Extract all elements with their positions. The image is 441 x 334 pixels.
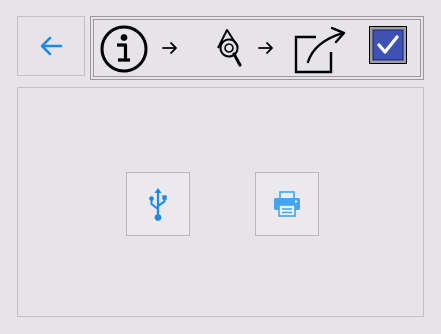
back-button[interactable] [17,16,85,76]
arrow-left-icon [39,36,63,56]
main-panel [17,87,424,317]
checkbox-checked-icon[interactable] [369,26,407,68]
usb-icon [148,186,168,222]
arrow-right-icon [257,40,275,60]
export-share-icon[interactable] [291,25,351,81]
wizard-steps-bar [90,16,424,80]
shapes-search-icon[interactable] [213,27,249,71]
arrow-right-icon [161,40,179,60]
usb-button[interactable] [126,172,190,236]
printer-icon [272,190,302,218]
export-wizard-screen: { "header": { "back_button": { "icon": "… [0,0,441,334]
print-button[interactable] [255,172,319,236]
info-circle-icon[interactable] [98,23,150,79]
